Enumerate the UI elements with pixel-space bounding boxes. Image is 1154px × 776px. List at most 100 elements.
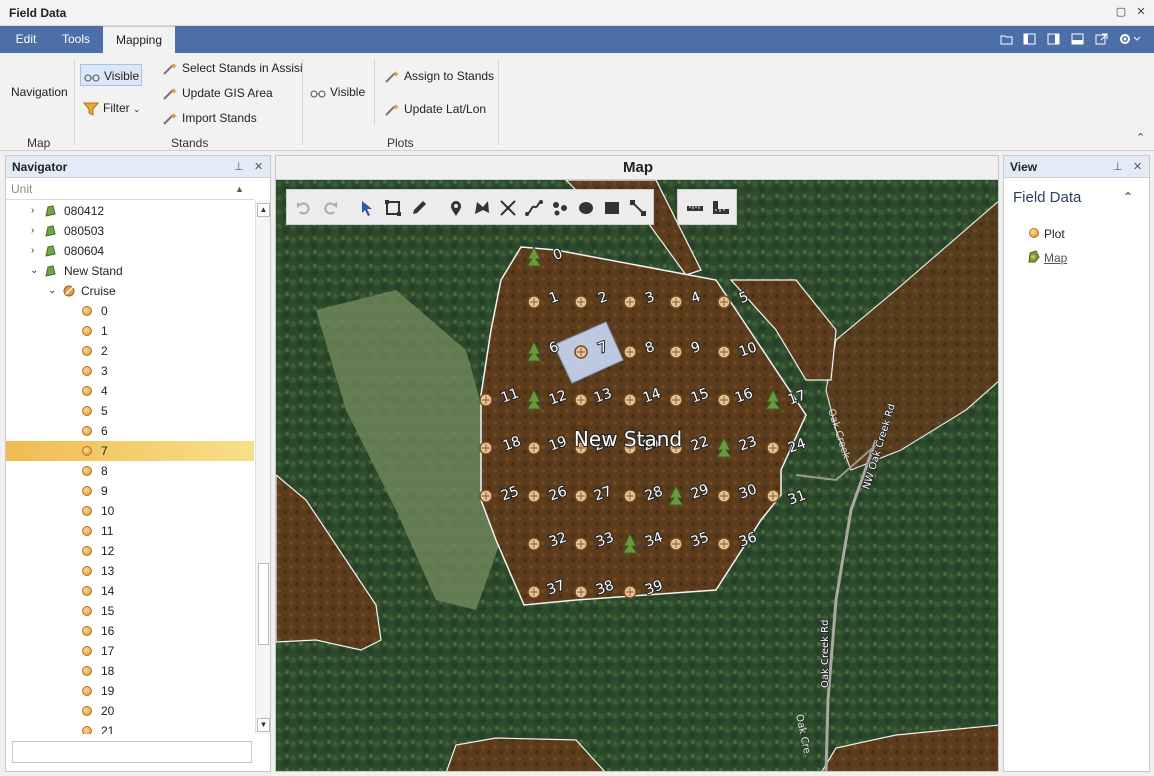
tree-node-cruise[interactable]: ⌄ Cruise xyxy=(6,281,254,301)
ruler-icon[interactable] xyxy=(686,199,704,217)
tree-node-plot[interactable]: 6 xyxy=(6,421,254,441)
plot-marker[interactable] xyxy=(623,585,637,599)
rectangle-icon[interactable] xyxy=(603,199,621,217)
pencil-icon[interactable] xyxy=(410,199,428,217)
folder-icon[interactable] xyxy=(1000,33,1013,45)
plot-marker[interactable] xyxy=(766,441,780,455)
tree-node-plot[interactable]: 5 xyxy=(6,401,254,421)
tree-node-plot[interactable]: 12 xyxy=(6,541,254,561)
layout-right-icon[interactable] xyxy=(1047,33,1060,45)
update-gis-area-button[interactable]: Update GIS Area xyxy=(162,82,273,104)
collapse-ribbon-icon[interactable]: ⌃ xyxy=(1136,131,1145,144)
plot-marker[interactable] xyxy=(717,537,731,551)
select-stands-button[interactable]: Select Stands in Assisi xyxy=(162,57,303,79)
collapse-icon[interactable]: ⌄ xyxy=(30,261,40,281)
plot-marker[interactable] xyxy=(479,393,493,407)
plot-marker[interactable] xyxy=(717,489,731,503)
gear-icon[interactable] xyxy=(1119,33,1143,45)
tree-node-folder[interactable]: › 080503 xyxy=(6,221,254,241)
select-rect-icon[interactable] xyxy=(384,199,402,217)
plot-marker[interactable] xyxy=(669,295,683,309)
plot-marker[interactable] xyxy=(623,295,637,309)
tree-node-plot[interactable]: 7 xyxy=(6,441,254,461)
stands-visible-button[interactable]: Visible xyxy=(80,64,142,86)
tree-node-plot[interactable]: 20 xyxy=(6,701,254,721)
close-icon[interactable]: ✕ xyxy=(1133,160,1142,173)
import-stands-button[interactable]: Import Stands xyxy=(162,107,257,129)
connect-icon[interactable] xyxy=(629,199,647,217)
filter-button[interactable]: Filter ⌄ xyxy=(83,97,141,119)
tree-node-plot[interactable]: 13 xyxy=(6,561,254,581)
tree-node-plot[interactable]: 9 xyxy=(6,481,254,501)
line-icon[interactable] xyxy=(525,199,543,217)
plot-marker[interactable] xyxy=(527,585,541,599)
tree-node-plot[interactable]: 16 xyxy=(6,621,254,641)
layout-bottom-icon[interactable] xyxy=(1071,33,1084,45)
tree-node-plot[interactable]: 15 xyxy=(6,601,254,621)
scroll-down-icon[interactable]: ▼ xyxy=(257,718,270,732)
tree-node-folder[interactable]: › 080412 xyxy=(6,201,254,221)
tab-mapping[interactable]: Mapping xyxy=(103,26,175,53)
navigation-button[interactable]: Navigation xyxy=(11,81,68,103)
plot-marker[interactable] xyxy=(623,489,637,503)
tab-edit[interactable]: Edit xyxy=(5,26,47,53)
scroll-thumb[interactable] xyxy=(258,563,269,645)
assign-to-stands-button[interactable]: Assign to Stands xyxy=(384,65,494,87)
plot-marker[interactable] xyxy=(766,489,780,503)
tree-node-plot[interactable]: 0 xyxy=(6,301,254,321)
plot-marker[interactable] xyxy=(479,441,493,455)
plot-marker[interactable] xyxy=(669,345,683,359)
pointer-icon[interactable] xyxy=(358,199,376,217)
tree-node-folder[interactable]: › 080604 xyxy=(6,241,254,261)
update-latlon-button[interactable]: Update Lat/Lon xyxy=(384,98,486,120)
plot-marker[interactable] xyxy=(479,489,493,503)
redo-icon[interactable] xyxy=(321,199,339,217)
layout-left-icon[interactable] xyxy=(1023,33,1036,45)
tree-node-plot[interactable]: 14 xyxy=(6,581,254,601)
ellipse-icon[interactable] xyxy=(577,199,595,217)
scroll-up-icon[interactable]: ▲ xyxy=(257,203,270,217)
plot-marker[interactable] xyxy=(717,345,731,359)
tree-node-plot[interactable]: 17 xyxy=(6,641,254,661)
pin-marker-icon[interactable] xyxy=(447,199,465,217)
plot-marker[interactable] xyxy=(669,393,683,407)
polygon-icon[interactable] xyxy=(473,199,491,217)
tree-node-plot[interactable]: 4 xyxy=(6,381,254,401)
plot-marker[interactable] xyxy=(527,489,541,503)
tab-tools[interactable]: Tools xyxy=(51,26,101,53)
plots-visible-button[interactable]: Visible xyxy=(310,81,365,103)
navigator-search-input[interactable] xyxy=(12,741,252,763)
expand-icon[interactable]: › xyxy=(31,221,41,241)
tree-node-plot[interactable]: 11 xyxy=(6,521,254,541)
tree-node-folder[interactable]: ⌄ New Stand xyxy=(6,261,254,281)
plot-marker[interactable] xyxy=(669,537,683,551)
pin-icon[interactable]: ⊥ xyxy=(234,160,244,173)
plot-marker[interactable] xyxy=(623,345,637,359)
collapse-icon[interactable]: ⌄ xyxy=(48,281,58,301)
plot-marker[interactable] xyxy=(717,295,731,309)
navigator-scrollbar[interactable]: ▲ ▼ xyxy=(255,201,270,734)
tree-node-plot[interactable]: 19 xyxy=(6,681,254,701)
tree-node-plot[interactable]: 21 xyxy=(6,721,254,734)
plot-marker[interactable] xyxy=(717,393,731,407)
plot-marker[interactable] xyxy=(574,295,588,309)
restore-icon[interactable]: ▢ xyxy=(1113,4,1129,20)
pin-icon[interactable]: ⊥ xyxy=(1113,160,1123,173)
tree-node-plot[interactable]: 2 xyxy=(6,341,254,361)
tree-node-plot[interactable]: 1 xyxy=(6,321,254,341)
plot-marker[interactable] xyxy=(574,585,588,599)
undo-icon[interactable] xyxy=(295,199,313,217)
unit-column-header[interactable]: Unit ▲ xyxy=(6,179,254,200)
map-canvas[interactable]: 01 2 3 4 56 7 8 9 1011 12 13 14 15 16 1718 19 20 21 22 23 24… xyxy=(276,180,999,772)
tree-node-plot[interactable]: 10 xyxy=(6,501,254,521)
close-icon[interactable]: ✕ xyxy=(1133,4,1149,20)
plot-marker[interactable] xyxy=(623,393,637,407)
expand-icon[interactable]: › xyxy=(31,241,41,261)
split-icon[interactable] xyxy=(499,199,517,217)
plot-marker[interactable] xyxy=(527,441,541,455)
plot-marker[interactable] xyxy=(527,537,541,551)
tree-node-plot[interactable]: 3 xyxy=(6,361,254,381)
close-icon[interactable]: ✕ xyxy=(254,160,263,173)
area-measure-icon[interactable] xyxy=(712,199,730,217)
plot-marker[interactable] xyxy=(574,537,588,551)
